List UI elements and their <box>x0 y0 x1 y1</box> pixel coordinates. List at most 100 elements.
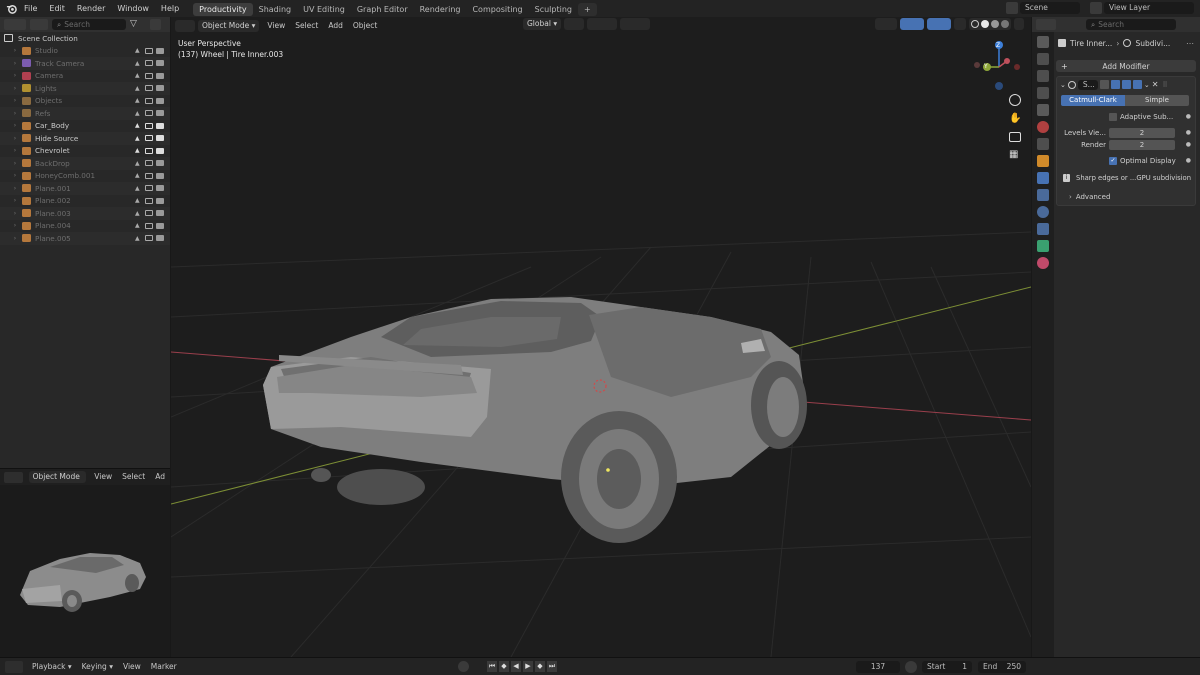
viewport-visibility-icon[interactable] <box>145 172 153 179</box>
render-camera-icon[interactable] <box>156 172 164 179</box>
cursor-select-icon[interactable]: ▲ <box>135 72 142 79</box>
viewport-visibility-icon[interactable] <box>145 135 153 142</box>
cage-icon[interactable] <box>1110 80 1120 89</box>
expand-arrow-icon[interactable]: › <box>8 210 22 217</box>
outliner-root[interactable]: Scene Collection <box>0 32 170 45</box>
wireframe-shading-icon[interactable] <box>971 20 979 28</box>
editor-type-button[interactable] <box>175 19 195 32</box>
render-camera-icon[interactable] <box>156 222 164 229</box>
end-frame-field[interactable]: End 250 <box>978 661 1026 673</box>
catmull-clark-tab[interactable]: Catmull-Clark <box>1061 95 1125 106</box>
auto-keying-icon[interactable] <box>458 661 469 672</box>
outliner-item[interactable]: › HoneyComb.001 ▲ <box>0 170 170 183</box>
expand-arrow-icon[interactable]: › <box>8 47 22 54</box>
viewport-visibility-icon[interactable] <box>145 110 153 117</box>
outliner-item[interactable]: › Plane.003 ▲ <box>0 207 170 220</box>
outliner-item[interactable]: › Camera ▲ <box>0 70 170 83</box>
object-mode-dropdown[interactable]: Object Mode ▾ <box>198 19 260 32</box>
outliner-item[interactable]: › Chevrolet ▲ <box>0 145 170 158</box>
outliner-item[interactable]: › Plane.005 ▲ <box>0 232 170 245</box>
tab-graph-editor[interactable]: Graph Editor <box>351 3 414 16</box>
view-layer-selector[interactable]: View Layer <box>1090 2 1194 14</box>
jump-start-icon[interactable]: ⏮ <box>487 661 497 672</box>
expand-arrow-icon[interactable]: › <box>8 235 22 242</box>
outliner-item[interactable]: › Hide Source ▲ <box>0 132 170 145</box>
outliner-item[interactable]: › Plane.004 ▲ <box>0 220 170 233</box>
viewport-visibility-icon[interactable] <box>145 97 153 104</box>
add-modifier-button[interactable]: + Add Modifier <box>1056 60 1196 72</box>
expand-arrow-icon[interactable]: › <box>8 185 22 192</box>
viewport-visibility-icon[interactable] <box>145 210 153 217</box>
expand-arrow-icon[interactable]: › <box>8 160 22 167</box>
dropdown-icon[interactable]: ⌄ <box>1144 81 1150 89</box>
realtime-icon[interactable] <box>1121 80 1131 89</box>
editor-type-icon[interactable] <box>4 471 23 483</box>
viewport-menu-view[interactable]: View <box>262 20 290 32</box>
expand-arrow-icon[interactable]: › <box>8 135 22 142</box>
breadcrumb-modifier[interactable]: Subdivi... <box>1135 39 1170 48</box>
cursor-select-icon[interactable]: ▲ <box>135 85 142 92</box>
visibility-icon[interactable] <box>875 18 897 30</box>
tab-rendering[interactable]: Rendering <box>414 3 467 16</box>
current-frame-field[interactable]: 137 <box>856 661 900 673</box>
simple-tab[interactable]: Simple <box>1125 95 1189 106</box>
viewport-visibility-icon[interactable] <box>145 72 153 79</box>
blender-logo-icon[interactable] <box>4 0 18 17</box>
modifier-tab-icon[interactable] <box>1037 172 1049 184</box>
preview-menu-select[interactable]: Select <box>117 471 150 483</box>
render-camera-icon[interactable] <box>156 210 164 217</box>
filter-icon[interactable]: ▽ <box>130 19 146 30</box>
grid-view-icon[interactable]: ▦ <box>1009 149 1021 161</box>
expand-arrow-icon[interactable]: › <box>8 97 22 104</box>
render-camera-icon[interactable] <box>156 235 164 242</box>
cursor-select-icon[interactable]: ▲ <box>135 147 142 154</box>
render-camera-icon[interactable] <box>156 72 164 79</box>
outliner-search[interactable]: ⌕ Search <box>52 19 126 30</box>
proportional-edit-icon[interactable] <box>620 18 651 30</box>
viewport-visibility-icon[interactable] <box>145 60 153 67</box>
menu-help[interactable]: Help <box>155 0 185 17</box>
snap-icon[interactable] <box>587 18 618 30</box>
preview-range-icon[interactable] <box>905 661 917 673</box>
render-camera-icon[interactable] <box>156 185 164 192</box>
render-levels-field[interactable]: 2 <box>1109 139 1175 150</box>
expand-arrow-icon[interactable]: › <box>8 85 22 92</box>
viewport-menu-select[interactable]: Select <box>290 20 323 32</box>
cursor-select-icon[interactable]: ▲ <box>135 97 142 104</box>
scene-selector[interactable]: Scene <box>1006 2 1080 14</box>
viewport-menu-add[interactable]: Add <box>323 20 348 32</box>
render-camera-icon[interactable] <box>156 197 164 204</box>
render-camera-icon[interactable] <box>156 135 164 142</box>
close-icon[interactable]: ✕ <box>1152 80 1159 89</box>
keyframe-dot-icon[interactable]: ● <box>1186 141 1191 148</box>
menu-render[interactable]: Render <box>71 0 111 17</box>
render-camera-icon[interactable] <box>156 47 164 54</box>
render-tab-icon[interactable] <box>1037 53 1049 65</box>
viewport-visibility-icon[interactable] <box>145 222 153 229</box>
add-workspace-button[interactable]: + <box>577 3 597 16</box>
material-shading-icon[interactable] <box>991 20 999 28</box>
collection-tab-icon[interactable] <box>1037 138 1049 150</box>
cursor-select-icon[interactable]: ▲ <box>135 135 142 142</box>
outliner-item[interactable]: › Plane.002 ▲ <box>0 195 170 208</box>
render-camera-icon[interactable] <box>156 122 164 129</box>
play-reverse-icon[interactable]: ◀ <box>511 661 521 672</box>
collapse-icon[interactable]: ⌄ <box>1060 81 1066 89</box>
expand-arrow-icon[interactable]: › <box>8 172 22 179</box>
rendered-shading-icon[interactable] <box>1001 20 1009 28</box>
expand-arrow-icon[interactable]: › <box>8 147 22 154</box>
material-tab-icon[interactable] <box>1037 257 1049 269</box>
outliner-item[interactable]: › Track Camera ▲ <box>0 57 170 70</box>
subdivision-icon[interactable] <box>1067 80 1076 89</box>
render-camera-icon[interactable] <box>156 85 164 92</box>
keyframe-dot-icon[interactable]: ● <box>1186 113 1191 120</box>
render-camera-icon[interactable] <box>156 160 164 167</box>
physics-tab-icon[interactable] <box>1037 206 1049 218</box>
expand-arrow-icon[interactable]: › <box>8 72 22 79</box>
outliner-item[interactable]: › Lights ▲ <box>0 82 170 95</box>
expand-arrow-icon[interactable]: › <box>8 110 22 117</box>
tab-sculpting[interactable]: Sculpting <box>529 3 578 16</box>
constraints-tab-icon[interactable] <box>1037 223 1049 235</box>
outliner-item[interactable]: › BackDrop ▲ <box>0 157 170 170</box>
viewport-visibility-icon[interactable] <box>145 197 153 204</box>
